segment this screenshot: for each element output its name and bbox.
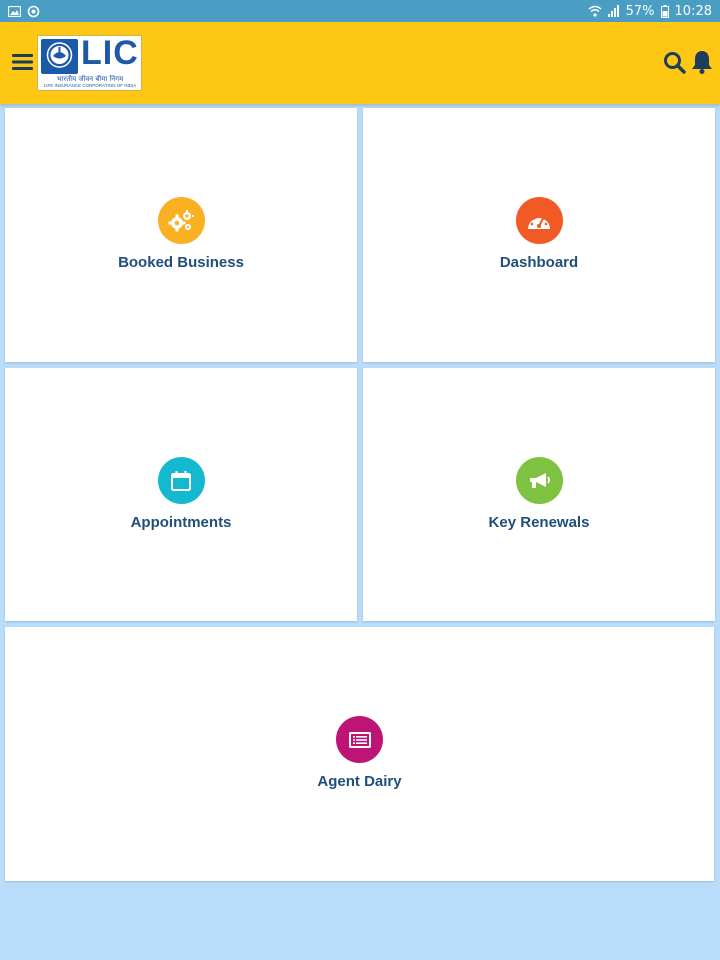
logo-text: LIC xyxy=(81,34,139,72)
sync-icon xyxy=(27,5,40,17)
app-header: LIC भारतीय जीवन बीमा निगम LIFE INSURANCE… xyxy=(0,22,720,104)
gallery-icon xyxy=(8,5,21,17)
clock-time: 10:28 xyxy=(674,3,712,19)
tile-label: Dashboard xyxy=(499,254,579,271)
tile-label: Booked Business xyxy=(118,254,244,271)
tile-agent-dairy[interactable]: Agent Dairy xyxy=(5,627,714,881)
tile-label: Agent Dairy xyxy=(317,773,402,790)
calendar-icon xyxy=(157,457,205,504)
menu-button[interactable] xyxy=(12,51,34,73)
signal-icon xyxy=(607,5,619,17)
tile-appointments[interactable]: Appointments xyxy=(5,368,357,621)
logo-english-text: LIFE INSURANCE CORPORATION OF INDIA xyxy=(43,83,137,88)
bell-icon xyxy=(692,51,712,74)
battery-icon xyxy=(660,4,669,18)
hamburger-icon xyxy=(12,54,33,70)
lic-emblem-icon xyxy=(41,39,78,74)
speedometer-icon xyxy=(515,197,563,244)
tile-label: Key Renewals xyxy=(488,514,590,531)
lic-logo: LIC भारतीय जीवन बीमा निगम LIFE INSURANCE… xyxy=(37,34,142,91)
tile-label: Appointments xyxy=(130,514,232,531)
megaphone-icon xyxy=(515,457,563,504)
status-bar: 57% 10:28 xyxy=(0,0,720,22)
battery-percent: 57% xyxy=(625,3,655,19)
notifications-button[interactable] xyxy=(690,49,714,75)
wifi-icon xyxy=(588,5,602,17)
tile-key-renewals[interactable]: Key Renewals xyxy=(363,368,715,621)
search-icon xyxy=(664,52,686,74)
gears-icon xyxy=(157,197,205,244)
tile-booked-business[interactable]: Booked Business xyxy=(5,108,357,362)
tile-dashboard[interactable]: Dashboard xyxy=(363,108,715,362)
diary-icon xyxy=(336,716,383,763)
search-button[interactable] xyxy=(663,51,687,75)
